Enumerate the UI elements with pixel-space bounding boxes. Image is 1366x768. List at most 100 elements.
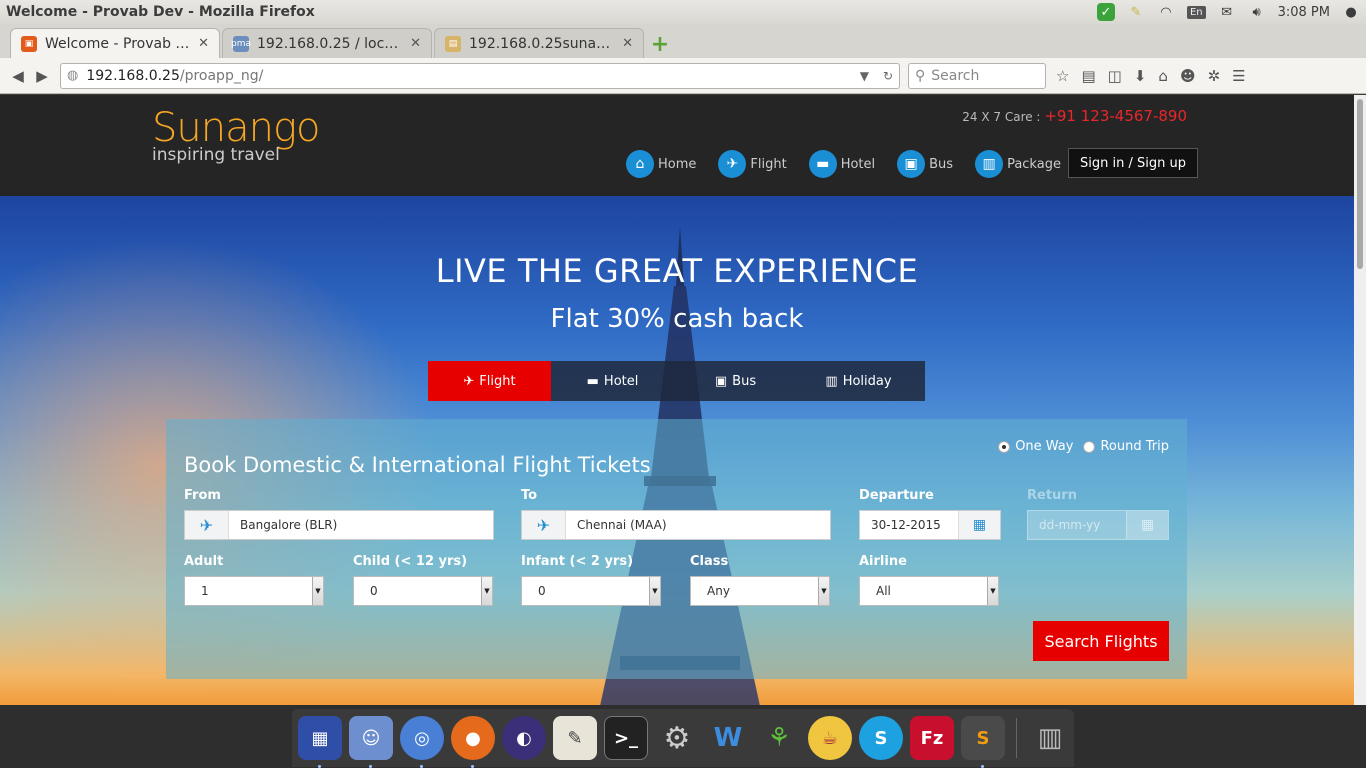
menu-item-package[interactable]: ▥ Package: [975, 150, 1061, 178]
eclipse-icon[interactable]: ◐: [502, 716, 546, 760]
page-scrollbar[interactable]: [1354, 95, 1366, 705]
child-value: 0: [370, 584, 378, 598]
download-icon[interactable]: ⬇: [1134, 67, 1147, 85]
service-tab-label: Flight: [479, 373, 516, 389]
finder-icon[interactable]: ☺: [349, 716, 393, 768]
trash-icon[interactable]: ▥: [1028, 716, 1072, 760]
notes-icon[interactable]: ✎: [1127, 3, 1145, 21]
adult-select[interactable]: 1 ▼: [184, 576, 324, 606]
browser-tab[interactable]: pma 192.168.0.25 / localh… ✕: [222, 28, 432, 58]
tab-title: 192.168.0.25sunang…: [469, 35, 617, 52]
firebug-icon[interactable]: ✲: [1208, 67, 1221, 85]
bus-icon: ▣: [714, 373, 728, 389]
to-value: Chennai (MAA): [577, 518, 667, 532]
home-icon[interactable]: ⌂: [1158, 67, 1168, 85]
scrollbar-thumb[interactable]: [1357, 99, 1363, 269]
office-icon[interactable]: W: [706, 716, 750, 760]
calendar-icon[interactable]: ▦: [958, 511, 1000, 539]
keyboard-language[interactable]: En: [1186, 5, 1206, 19]
class-value: Any: [707, 584, 730, 598]
dropdown-icon[interactable]: ▼: [860, 69, 869, 83]
filezilla-icon[interactable]: Fz: [910, 716, 954, 760]
menu-label: Home: [658, 156, 697, 172]
terminal-icon[interactable]: >_: [604, 716, 648, 760]
home-icon: ⌂: [626, 150, 654, 178]
signin-button[interactable]: Sign in / Sign up: [1068, 148, 1198, 178]
menu-item-home[interactable]: ⌂ Home: [626, 150, 696, 178]
search-flights-button[interactable]: Search Flights: [1033, 621, 1169, 661]
main-menu: ⌂ Home ✈ Flight ▬ Hotel ▣ Bus ▥ Package: [626, 150, 1083, 178]
back-icon[interactable]: ◀: [6, 64, 30, 88]
chromium-icon[interactable]: ◎: [400, 716, 444, 768]
tab-bus[interactable]: ▣ Bus: [674, 361, 797, 401]
site-logo[interactable]: Sunango inspiring travel: [152, 105, 320, 165]
form-title: Book Domestic & International Flight Tic…: [184, 453, 651, 477]
hero-banner: LIVE THE GREAT EXPERIENCE Flat 30% cash …: [0, 196, 1354, 705]
return-field[interactable]: dd-mm-yy ▦: [1027, 510, 1169, 540]
skype-icon[interactable]: S: [859, 716, 903, 760]
radio-round-trip[interactable]: Round Trip: [1083, 439, 1169, 454]
from-field[interactable]: ✈ Bangalore (BLR): [184, 510, 494, 540]
search-box[interactable]: ⚲ Search: [908, 62, 1046, 89]
phpmyadmin-favicon-icon: pma: [231, 35, 251, 52]
pocket-icon[interactable]: ◫: [1108, 67, 1122, 85]
service-tab-label: Bus: [732, 373, 757, 389]
tab-holiday[interactable]: ▥ Holiday: [797, 361, 920, 401]
menu-item-bus[interactable]: ▣ Bus: [897, 150, 953, 178]
infant-select[interactable]: 0 ▼: [521, 576, 661, 606]
apple-icon[interactable]: ●: [1342, 3, 1360, 21]
airline-select[interactable]: All ▼: [859, 576, 999, 606]
radio-one-way[interactable]: One Way: [998, 439, 1073, 454]
child-select[interactable]: 0 ▼: [353, 576, 493, 606]
close-tab-icon[interactable]: ✕: [622, 36, 633, 51]
mail-icon[interactable]: ✉: [1218, 3, 1236, 21]
care-phone[interactable]: +91 123-4567-890: [1044, 107, 1187, 125]
menu-item-hotel[interactable]: ▬ Hotel: [808, 150, 875, 178]
to-field[interactable]: ✈ Chennai (MAA): [521, 510, 831, 540]
close-tab-icon[interactable]: ✕: [410, 36, 421, 51]
sublime-text-icon[interactable]: S: [961, 716, 1005, 768]
class-select[interactable]: Any ▼: [690, 576, 830, 606]
workspaces-icon[interactable]: ▦: [298, 716, 342, 768]
dock-separator: [1016, 718, 1017, 758]
calendar-icon[interactable]: ▦: [1126, 511, 1168, 539]
menu-label: Bus: [929, 156, 954, 172]
update-icon[interactable]: ✓: [1096, 3, 1115, 21]
tab-hotel[interactable]: ▬ Hotel: [551, 361, 674, 401]
browser-tab[interactable]: ▤ 192.168.0.25sunang… ✕: [434, 28, 644, 58]
chevron-down-icon: ▼: [987, 577, 998, 605]
bed-icon: ▬: [808, 150, 837, 178]
volume-icon[interactable]: 🔊︎: [1248, 3, 1266, 21]
globe-icon: ◍: [67, 68, 79, 83]
browser-tab[interactable]: ▣ Welcome - Provab Dev ✕: [10, 28, 220, 58]
network-icon[interactable]: ⚘: [757, 716, 801, 760]
text-editor-icon[interactable]: ✎: [553, 716, 597, 760]
teapot-icon[interactable]: ☕: [808, 716, 852, 760]
bed-icon: ▬: [586, 373, 599, 389]
tab-flight[interactable]: ✈ Flight: [428, 361, 551, 401]
search-placeholder: Search: [931, 67, 980, 84]
bus-icon: ▣: [897, 150, 926, 178]
infant-value: 0: [538, 584, 546, 598]
close-tab-icon[interactable]: ✕: [198, 36, 209, 51]
chat-icon[interactable]: ☻: [1180, 67, 1196, 85]
firefox-icon[interactable]: ●: [451, 716, 495, 768]
url-bar[interactable]: ◍ 192.168.0.25/proapp_ng/ ▼ ↻: [60, 62, 900, 89]
chevron-down-icon: ▼: [649, 577, 660, 605]
reading-list-icon[interactable]: ▤: [1081, 67, 1095, 85]
bookmark-star-icon[interactable]: ☆: [1056, 67, 1069, 85]
clock[interactable]: 3:08 PM: [1278, 5, 1330, 20]
dock: ▦ ☺ ◎ ● ◐ ✎ >_ ⚙ W ⚘ ☕ S Fz S ▥: [0, 705, 1366, 768]
departure-field[interactable]: 30-12-2015 ▦: [859, 510, 1001, 540]
site-header: Sunango inspiring travel 24 X 7 Care : +…: [0, 95, 1354, 196]
new-tab-icon[interactable]: +: [646, 30, 674, 58]
forward-icon[interactable]: ▶: [30, 64, 54, 88]
hero-title: LIVE THE GREAT EXPERIENCE: [435, 252, 919, 290]
menu-icon[interactable]: ☰: [1232, 67, 1245, 85]
menu-item-flight[interactable]: ✈ Flight: [718, 150, 787, 178]
return-placeholder: dd-mm-yy: [1039, 518, 1101, 532]
settings-icon[interactable]: ⚙: [655, 716, 699, 760]
reload-icon[interactable]: ↻: [883, 69, 893, 83]
wifi-icon[interactable]: ◠: [1157, 3, 1175, 21]
os-indicators: ✓ ✎ ◠ En ✉ 🔊︎ 3:08 PM ●: [1096, 3, 1360, 21]
